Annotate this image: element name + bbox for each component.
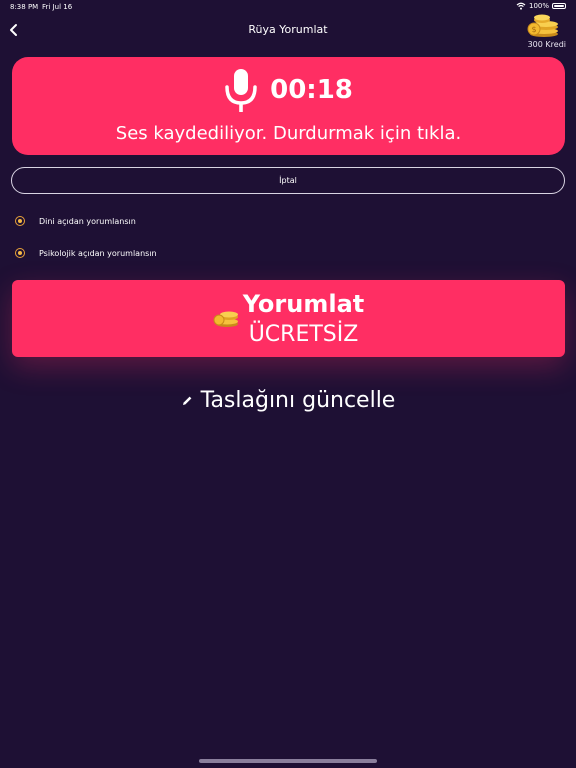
update-draft-link[interactable]: Taslağını güncelle (0, 388, 576, 413)
interpret-title: Yorumlat (242, 290, 365, 318)
option-religious-label: Dini açıdan yorumlansın (39, 216, 136, 226)
interpret-button[interactable]: Yorumlat ÜCRETSİZ (12, 280, 565, 357)
interpret-price: ÜCRETSİZ (248, 322, 359, 347)
coins-icon: $ (527, 14, 558, 37)
cancel-button[interactable]: İptal (11, 167, 565, 194)
radio-psychological[interactable] (15, 248, 25, 258)
battery-percent: 100% (528, 2, 549, 10)
option-religious[interactable]: Dini açıdan yorumlansın (15, 214, 136, 228)
recording-hint: Ses kaydediliyor. Durdurmak için tıkla. (115, 123, 462, 144)
option-psychological-label: Psikolojik açıdan yorumlansın (39, 248, 157, 258)
wifi-icon (516, 2, 526, 10)
nav-bar: Rüya Yorumlat $ 300 Kredi (0, 14, 576, 49)
option-psychological[interactable]: Psikolojik açıdan yorumlansın (15, 246, 157, 260)
update-draft-label: Taslağını güncelle (200, 388, 396, 413)
battery-icon (552, 3, 566, 9)
page-title: Rüya Yorumlat (248, 23, 328, 36)
status-date: Fri Jul 16 (42, 3, 73, 11)
record-header: 00:18 (12, 67, 565, 113)
status-bar: 8:38 PM Fri Jul 16 100% (0, 0, 576, 14)
stop-recording-button[interactable]: 00:18 Ses kaydediliyor. Durdurmak için t… (12, 57, 565, 155)
microphone-icon (225, 69, 257, 112)
pencil-icon (182, 396, 192, 405)
radio-religious[interactable] (15, 216, 25, 226)
svg-text:$: $ (531, 25, 536, 34)
credits-badge[interactable]: $ 300 Kredi (522, 14, 566, 49)
home-indicator (199, 759, 377, 763)
recording-timer: 00:18 (270, 75, 353, 105)
status-time: 8:38 PM (10, 3, 39, 11)
status-right: 100% (516, 2, 566, 10)
credits-label: 300 Kredi (527, 40, 566, 49)
